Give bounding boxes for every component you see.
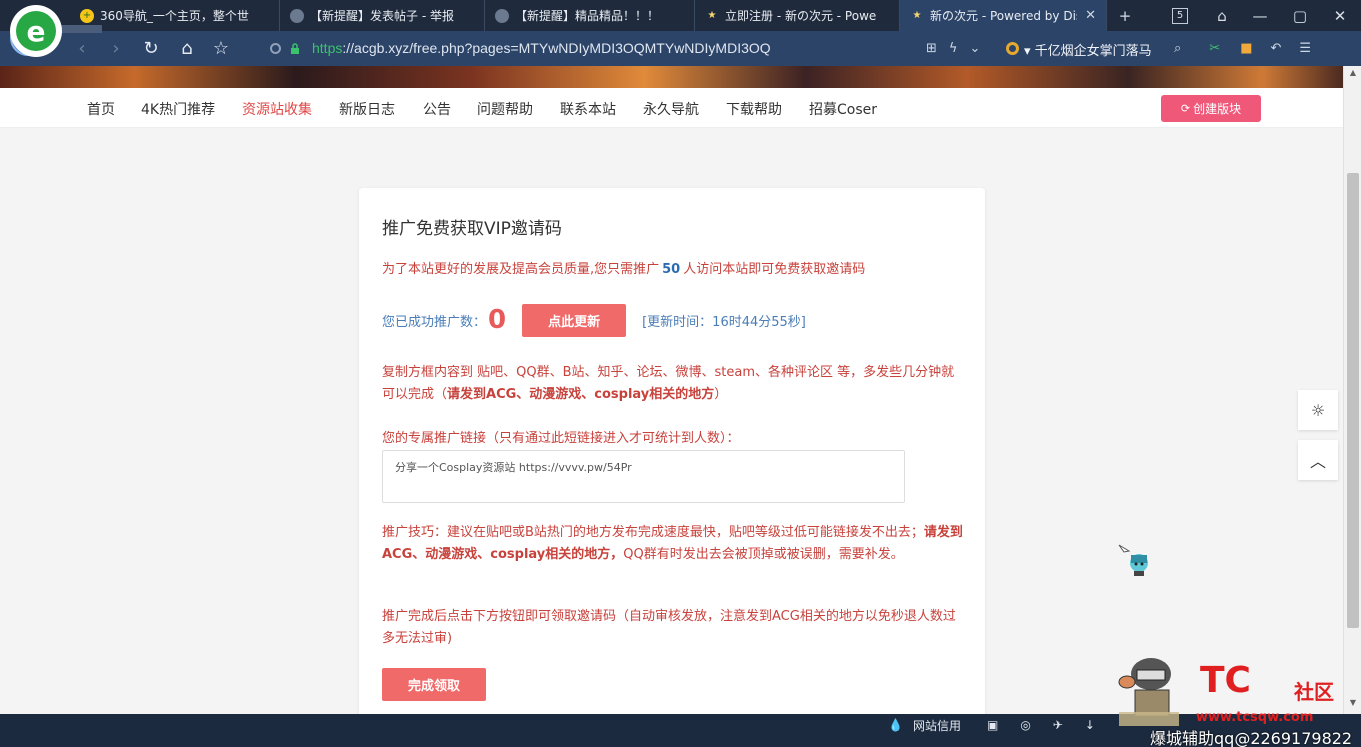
promotion-count: 0 [488, 305, 507, 335]
reload-icon[interactable]: ↻ [138, 31, 164, 66]
bookmark-star-icon[interactable]: ☆ [208, 31, 234, 66]
watermark-community: 社区 [1294, 680, 1334, 704]
intro-text: 为了本站更好的发展及提高会员质量,您只需推广 50 人访问本站即可免费获取邀请码 [382, 262, 866, 277]
nav-download-help[interactable]: 下载帮助 [726, 99, 782, 119]
card-title: 推广免费获取VIP邀请码 [382, 219, 562, 239]
watermark-logo: TC [1200, 660, 1251, 701]
mascot-cursor-icon [1118, 544, 1148, 576]
360-icon: + [80, 8, 94, 23]
watermark-url: www.tcsqw.com [1196, 710, 1314, 725]
browser-tab-bar: + 360导航_一个主页，整个世 【新提醒】发表帖子 - 举报 【新提醒】精品精… [0, 0, 1361, 31]
tab-count-button[interactable]: 5 [1168, 0, 1192, 31]
link-label: 您的专属推广链接（只有通过此短链接进入才可统计到人数）： [382, 431, 740, 446]
tab-active-site[interactable]: ★ 新の次元 - Powered by Dis ✕ [900, 0, 1107, 31]
back-to-top-icon[interactable]: ︿ [1298, 440, 1338, 480]
back-icon[interactable]: ‹ [70, 31, 94, 66]
robot-mascot-icon [1118, 658, 1179, 726]
browser-toolbar: ‹ › ↻ ⌂ ☆ https://acgb.xyz/free.php?page… [0, 31, 1361, 66]
nav-resources[interactable]: 资源站收集 [242, 99, 312, 119]
scroll-down-arrow[interactable]: ▼ [1344, 698, 1361, 712]
refresh-icon: ⟳ [1180, 102, 1191, 115]
new-tab-button[interactable]: + [1113, 0, 1137, 31]
update-time: [更新时间：16时44分55秒] [642, 314, 806, 330]
invite-card: 推广免费获取VIP邀请码 为了本站更好的发展及提高会员质量,您只需推广 50 人访问… [359, 188, 985, 718]
taskbar-tray: 💧 网站信用 ▣ ◎ ✈ ↓ [888, 714, 1095, 736]
site-credit-label[interactable]: 网站信用 [913, 717, 961, 734]
toolbar-right-icons: ⌕ ✂ ■ ↶ ☰ [1174, 31, 1311, 66]
browser-logo-icon[interactable]: e [10, 5, 62, 57]
sync-icon[interactable]: ◎ [1020, 718, 1030, 732]
page-scrollbar[interactable]: ▲ ▼ [1343, 66, 1361, 714]
undo-icon[interactable]: ↶ [1270, 41, 1281, 56]
toolbar-extension-icons: ⊞ ϟ ⌄ [926, 31, 980, 66]
promo-link-textbox[interactable]: 分享一个Cosplay资源站 https://vvvv.pw/54Pr [382, 450, 905, 503]
claim-invite-button[interactable]: 完成领取 [382, 668, 486, 701]
news-ticker[interactable]: ▾ 千亿烟企女掌门落马 [1024, 40, 1152, 59]
count-row: 您已成功推广数： 0 点此更新 [更新时间：16时44分55秒] [382, 303, 806, 337]
water-drop-icon[interactable]: 💧 [888, 718, 903, 732]
scissors-icon[interactable]: ✂ [1209, 41, 1220, 56]
search-icon[interactable]: ⌕ [1174, 41, 1181, 56]
nav-changelog[interactable]: 新版日志 [339, 99, 395, 119]
promo-tips: 推广技巧：建议在贴吧或B站热门的地方发布完成速度最快，贴吧等级过低可能链接发不出… [382, 525, 963, 562]
lock-icon [291, 43, 299, 54]
close-window-button[interactable]: ✕ [1328, 0, 1352, 31]
address-bar[interactable]: https://acgb.xyz/free.php?pages=MTYwNDIy… [312, 40, 771, 56]
apps-icon[interactable]: ■ [1240, 41, 1252, 56]
image-icon[interactable]: ▣ [987, 718, 998, 732]
refresh-count-button[interactable]: 点此更新 [522, 303, 627, 337]
maximize-button[interactable]: ▢ [1288, 0, 1312, 31]
finish-instructions: 推广完成后点击下方按钮即可领取邀请码（自动审核发放，注意发到ACG相关的地方以免… [382, 609, 956, 646]
copy-instructions: 复制方框内容到 贴吧、QQ群、B站、知乎、论坛、微博、steam、各种评论区 等… [382, 365, 955, 402]
star-icon: ★ [707, 10, 717, 21]
tab-register[interactable]: ★ 立即注册 - 新の次元 - Powe [695, 0, 900, 31]
taskbar-app-thumb[interactable] [60, 25, 102, 33]
forward-icon[interactable]: › [104, 31, 128, 66]
close-tab-icon[interactable]: ✕ [1085, 8, 1096, 23]
nav-4k[interactable]: 4K热门推荐 [141, 99, 215, 119]
star-icon: ★ [912, 10, 922, 21]
chevron-down-icon[interactable]: ⌄ [969, 41, 980, 56]
news-icon [1006, 42, 1019, 55]
minimize-button[interactable]: — [1248, 0, 1272, 31]
home-icon[interactable]: ⌂ [174, 31, 200, 66]
bolt-icon[interactable]: ϟ [949, 41, 958, 56]
avatar-icon [290, 8, 304, 23]
tab-quality[interactable]: 【新提醒】精品精品！！！ [485, 0, 695, 31]
nav-notice[interactable]: 公告 [423, 99, 451, 119]
watermark-qq: 爆城辅助qq@2269179822 [1150, 729, 1353, 747]
create-board-button[interactable]: ⟳ 创建版块 [1161, 95, 1261, 122]
scroll-thumb[interactable] [1347, 173, 1359, 628]
grid-icon[interactable]: ⊞ [926, 41, 937, 56]
nav-contact[interactable]: 联系本站 [560, 99, 616, 119]
tab-post[interactable]: 【新提醒】发表帖子 - 举报 [280, 0, 485, 31]
theme-toggle-sun-icon[interactable]: ☼ [1298, 390, 1338, 430]
nav-coser[interactable]: 招募Coser [809, 99, 877, 119]
pin-icon[interactable]: ✈ [1053, 718, 1063, 732]
shirt-icon[interactable]: ⌂ [1210, 0, 1234, 31]
avatar-icon [495, 8, 509, 23]
site-nav: 首页 4K热门推荐 资源站收集 新版日志 公告 问题帮助 联系本站 永久导航 下… [0, 88, 1343, 128]
nav-help[interactable]: 问题帮助 [477, 99, 533, 119]
nav-permanent[interactable]: 永久导航 [643, 99, 699, 119]
menu-icon[interactable]: ☰ [1299, 41, 1311, 56]
header-banner-image [0, 66, 1343, 88]
scroll-up-arrow[interactable]: ▲ [1344, 68, 1361, 82]
nav-home[interactable]: 首页 [87, 99, 115, 119]
download-icon[interactable]: ↓ [1085, 718, 1095, 732]
site-info-icon[interactable] [270, 43, 281, 54]
